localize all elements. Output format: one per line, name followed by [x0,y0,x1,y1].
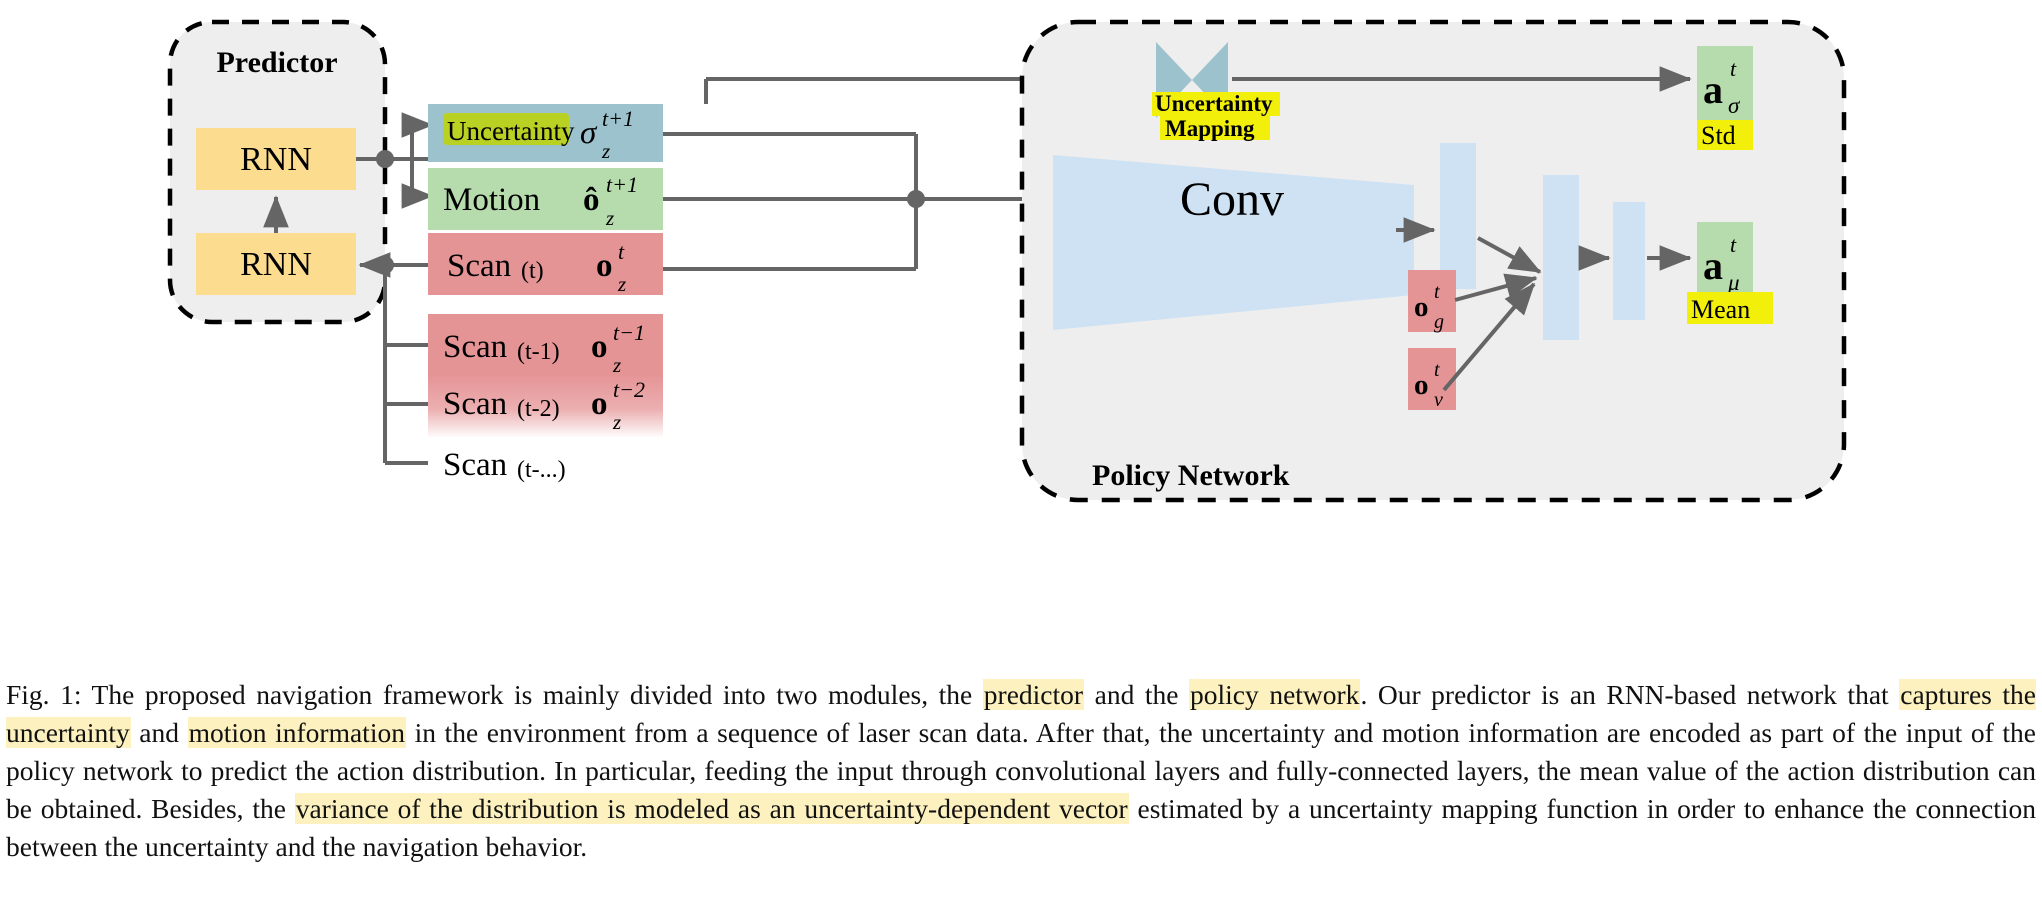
action-std-sup: t [1730,56,1737,81]
feature-box-column: Uncertainty σ t+1 z Motion ô t+1 z Scan … [428,104,663,483]
caption-text-0: Fig. 1: The proposed navigation framewor… [6,679,983,710]
caption-highlight-9: variance of the distribution is modeled … [294,793,1129,824]
figure-page: Predictor RNN RNN Uncertainty σ t+1 z Mo… [0,0,2042,920]
goal-input-sup: t [1434,281,1440,303]
uncertainty-symbol-sup: t+1 [602,106,634,131]
uncertainty-box[interactable]: Uncertainty σ t+1 z [428,104,663,163]
caption-text-6: and [130,717,188,748]
uncertainty-symbol-sub: z [601,139,610,163]
motion-symbol-sub: z [605,206,614,230]
action-std-sub: σ [1728,93,1741,118]
fc-2-block[interactable] [1543,175,1579,340]
action-mean-sub: μ [1727,270,1740,295]
scan-tdots-box-label: Scan [443,447,507,483]
uncertainty-mapping-label-line2: Mapping [1165,116,1255,141]
conv-label: Conv [1180,173,1284,226]
scan-t1-symbol-sub: z [612,353,621,377]
action-std-caption: Std [1701,121,1736,150]
scan-tdots-box[interactable]: Scan (t-...) [443,447,566,483]
predictor-module: Predictor RNN RNN [167,19,388,325]
rnn-bottom-label: RNN [240,246,312,283]
action-std-output[interactable]: a t σ Std [1697,46,1753,150]
fc-1-block[interactable] [1440,143,1476,289]
figure-caption: Fig. 1: The proposed navigation framewor… [6,676,2036,866]
caption-highlight-1: predictor [982,679,1085,710]
junction-dot-policy-input [907,190,925,208]
motion-box[interactable]: Motion ô t+1 z [428,168,663,230]
policy-network-module: Policy Network Uncertainty Mapping Conv [1019,19,1847,503]
action-mean-symbol: a [1703,243,1723,288]
scan-t1-box-paren: (t-1) [517,339,560,365]
motion-box-label: Motion [443,182,540,218]
scan-tdots-box-paren: (t-...) [517,457,566,483]
scan-t1-symbol-sup: t−1 [613,320,645,345]
action-mean-caption: Mean [1691,295,1750,324]
velocity-input-sub: v [1434,389,1443,411]
scan-t2-box[interactable]: Scan (t-2) o t−2 z [428,375,663,437]
scan-t2-box-paren: (t-2) [517,396,560,422]
motion-symbol: ô [583,182,600,218]
scan-t2-box-label: Scan [443,386,507,422]
motion-symbol-sup: t+1 [606,172,638,197]
scan-t1-symbol: o [591,329,608,365]
scan-t2-symbol-sup: t−2 [613,377,645,402]
action-mean-sup: t [1730,232,1737,257]
junction-dot-predictor-out [376,150,394,168]
scan-t-box-paren: (t) [521,258,544,284]
scan-t-symbol-sup: t [618,239,625,264]
caption-highlight-7: motion information [187,717,406,748]
policy-network-title: Policy Network [1092,459,1290,492]
scan-t1-box[interactable]: Scan (t-1) o t−1 z [428,314,663,377]
scan-t-symbol: o [596,248,613,284]
scan-t2-symbol-sub: z [612,410,621,434]
predictor-title: Predictor [216,46,337,79]
scan-t-box-label: Scan [447,248,511,284]
scan-t-symbol-sub: z [617,272,626,296]
goal-input-sub: g [1434,311,1444,333]
uncertainty-symbol: σ [580,115,598,151]
action-std-symbol: a [1703,67,1723,112]
goal-input[interactable]: o t g [1408,270,1456,333]
goal-input-symbol: o [1414,291,1429,323]
scan-t2-symbol: o [591,386,608,422]
velocity-input[interactable]: o t v [1408,348,1456,411]
uncertainty-mapping-label-line1: Uncertainty [1155,91,1273,116]
caption-text-2: and the [1084,679,1190,710]
scan-t-box[interactable]: Scan (t) o t z [428,233,663,296]
fc-3-block[interactable] [1613,202,1645,320]
uncertainty-box-label: Uncertainty [447,116,575,146]
velocity-input-sup: t [1434,359,1440,381]
figure-caption-wrap: Fig. 1: The proposed navigation framewor… [6,676,2036,866]
scan-t1-box-label: Scan [443,329,507,365]
framework-diagram: Predictor RNN RNN Uncertainty σ t+1 z Mo… [167,19,1847,503]
caption-highlight-3: policy network [1189,679,1361,710]
caption-text-4: . Our predictor is an RNN-based network … [1360,679,1900,710]
rnn-top-label: RNN [240,141,312,178]
velocity-input-symbol: o [1414,369,1429,401]
